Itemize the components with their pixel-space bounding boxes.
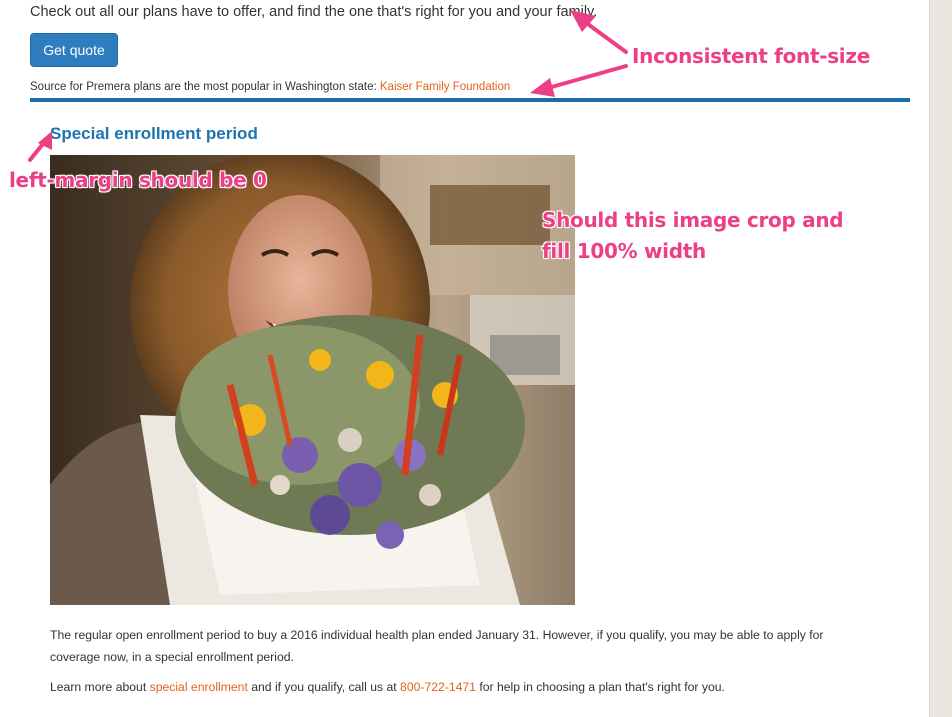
annotation-image-width: Should this image crop and fill 100% wid… — [542, 205, 844, 267]
kaiser-family-foundation-link[interactable]: Kaiser Family Foundation — [380, 81, 510, 93]
intro-text: Check out all our plans have to offer, a… — [30, 4, 598, 20]
special-enrollment-link[interactable]: special enrollment — [150, 680, 248, 694]
annotation-font-size: Inconsistent font-size — [632, 44, 870, 68]
phone-link[interactable]: 800-722-1471 — [400, 680, 476, 694]
annotation-left-margin: left-margin should be 0 — [9, 168, 267, 192]
learn-more-paragraph: Learn more about special enrollment and … — [50, 676, 870, 698]
source-text: Source for Premera plans are the most po… — [30, 81, 380, 93]
source-line: Source for Premera plans are the most po… — [30, 81, 510, 93]
flower-bouquet-photo — [50, 155, 575, 605]
window-scrollbar[interactable] — [929, 0, 952, 717]
annotation-image-line-1: Should this image crop and — [542, 208, 844, 232]
section-divider — [30, 98, 910, 102]
section-title: Special enrollment period — [50, 124, 258, 143]
page: Check out all our plans have to offer, a… — [0, 0, 930, 717]
help-text: for help in choosing a plan that's right… — [475, 680, 725, 694]
enrollment-paragraph: The regular open enrollment period to bu… — [50, 628, 824, 664]
learn-more-text: Learn more about — [50, 680, 150, 694]
hero-photo — [50, 155, 575, 605]
call-us-text: and if you qualify, call us at — [247, 680, 401, 694]
annotation-image-line-2: fill 100% width — [542, 239, 706, 263]
get-quote-button[interactable]: Get quote — [30, 33, 118, 67]
